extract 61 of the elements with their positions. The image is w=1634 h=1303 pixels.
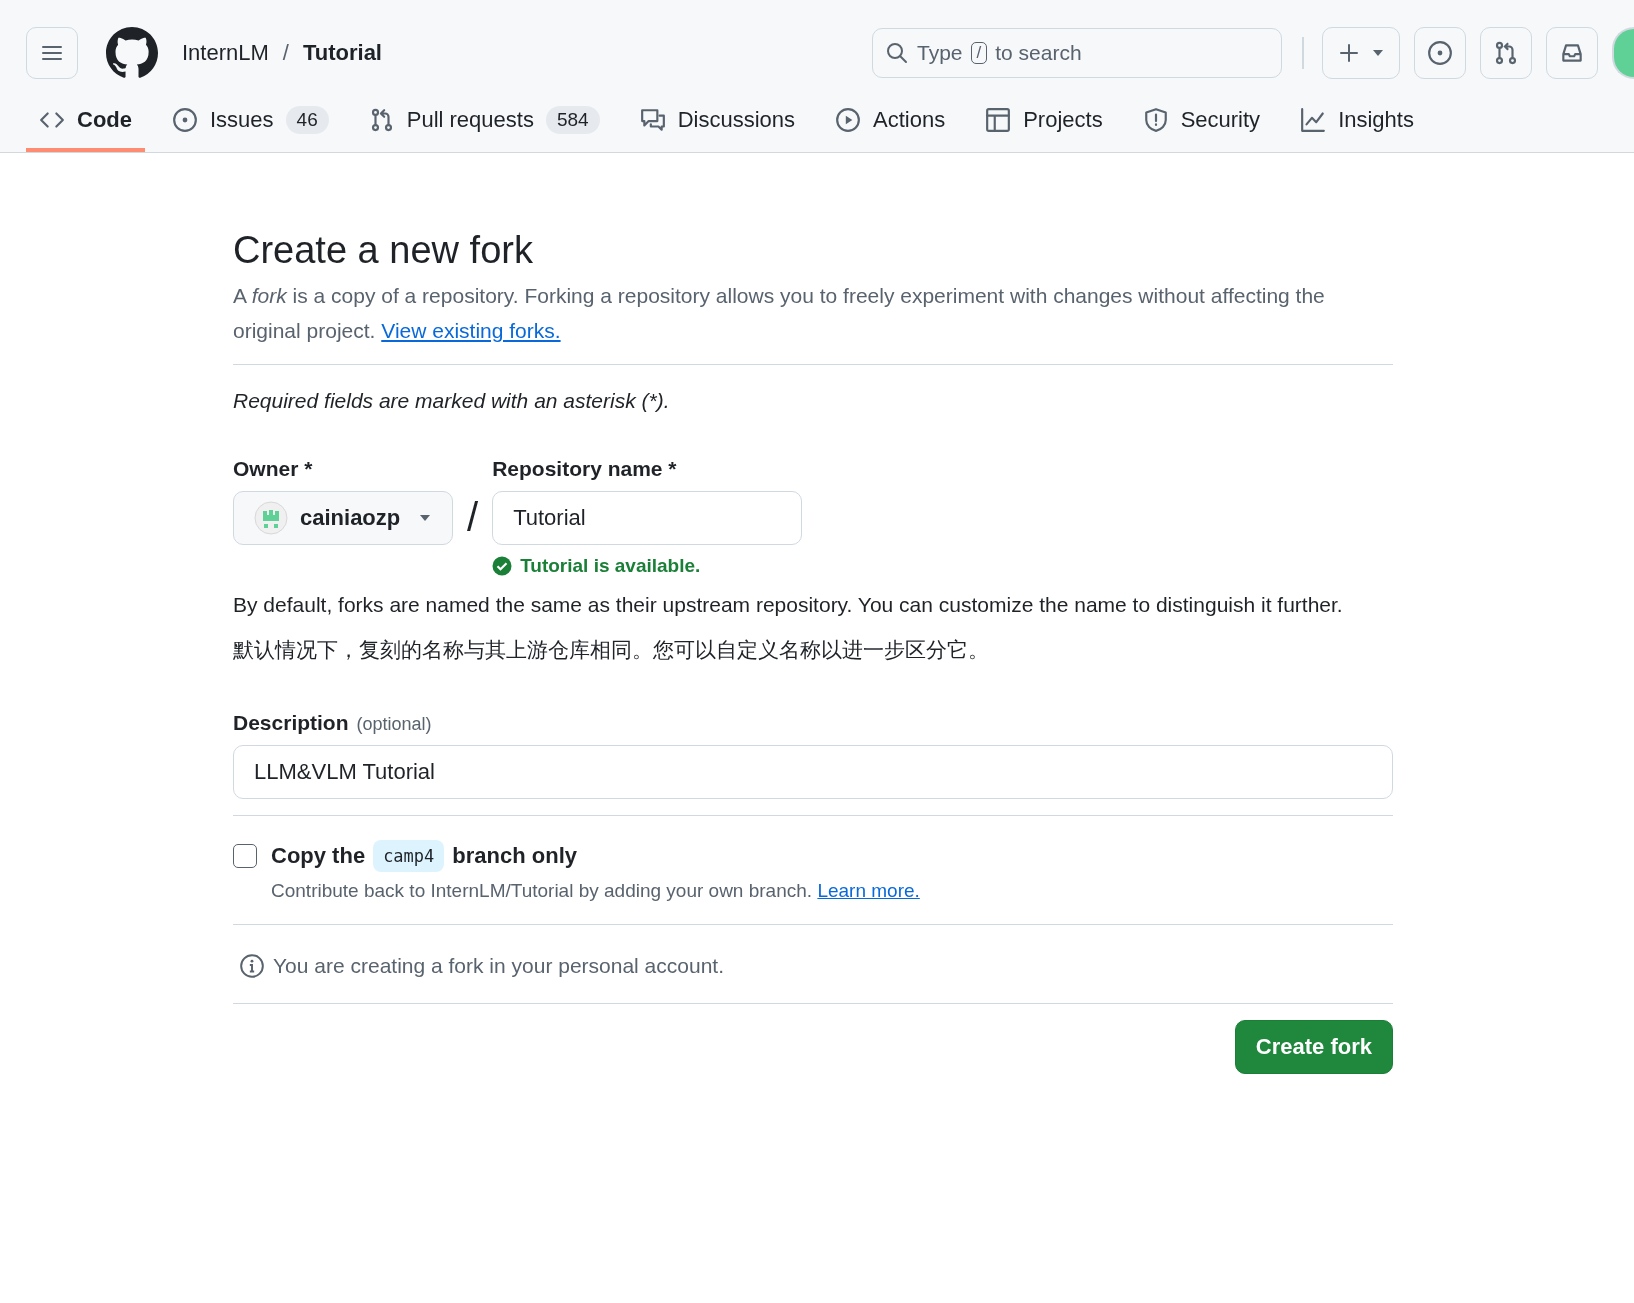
checkbox-label: branch only	[452, 843, 577, 869]
create-new-button[interactable]	[1322, 27, 1400, 79]
default-name-note: By default, forks are named the same as their upstream repository. You can customize the name to distinguish it further.	[233, 592, 1344, 618]
checkbox[interactable]	[233, 844, 257, 868]
required-note: Required fields are marked with an asterisk (*).	[233, 389, 671, 413]
owner-label: Owner *	[233, 457, 314, 481]
owner-dropdown[interactable]: cainiaozp	[233, 491, 453, 545]
help-text: Contribute back to InternLM/Tutorial by adding your own branch. Learn more.	[271, 880, 920, 902]
circle-dot-icon	[1427, 40, 1453, 66]
check-circle-icon	[492, 556, 513, 576]
table-icon	[985, 107, 1012, 133]
branch-name: camp4	[373, 840, 445, 872]
learn-more-link[interactable]: Learn more.	[817, 880, 920, 901]
nav-tab[interactable]: Issues 46	[159, 98, 342, 152]
account-note: You are creating a fork in your personal account.	[273, 954, 724, 978]
checkbox-label: Copy the	[271, 843, 366, 869]
pull-request-icon	[1493, 40, 1519, 66]
search-field[interactable]: Type / to search	[872, 28, 1282, 78]
caret-icon	[418, 513, 432, 523]
search-hint: to search	[995, 41, 1082, 65]
menu-button[interactable]	[26, 27, 78, 79]
search-icon	[885, 41, 909, 65]
view-forks-link[interactable]: View existing forks.	[381, 319, 561, 342]
info-icon	[239, 953, 265, 979]
owner-link[interactable]: InternLM	[182, 40, 269, 66]
path-separator: /	[467, 495, 479, 540]
pull-requests-button[interactable]	[1480, 27, 1532, 79]
description-label: Description	[233, 711, 349, 735]
nav-tab[interactable]: Projects	[972, 98, 1116, 152]
nav-tab[interactable]: Actions	[822, 98, 959, 152]
nav-tab[interactable]: Discussions	[626, 98, 808, 152]
inbox-button[interactable]	[1546, 27, 1598, 79]
graph-icon	[1300, 107, 1327, 133]
avatar-icon	[254, 501, 288, 535]
search-hint: Type	[917, 41, 963, 65]
nav-tab[interactable]: Security	[1129, 98, 1274, 152]
shortcut-key: /	[970, 42, 988, 64]
play-icon	[835, 107, 861, 133]
nav-tab[interactable]: Pull requests 584	[355, 98, 613, 152]
default-name-note: 默认情况下，复刻的名称与其上游仓库相同。您可以自定义名称以进一步区分它。	[233, 637, 990, 663]
nav-tab[interactable]: Code	[26, 98, 145, 152]
count-badge: 584	[545, 106, 600, 134]
intro-text: A fork is a copy of a repository. Forking a repository allows you to freely experiment with changes without affecting the original project. View existing forks.	[233, 283, 1326, 344]
repo-name-field[interactable]: Tutorial	[492, 491, 803, 545]
optional-hint: (optional)	[356, 714, 432, 735]
plus-icon	[1337, 41, 1361, 65]
issues-button[interactable]	[1414, 27, 1466, 79]
repo-link[interactable]: Tutorial	[302, 40, 382, 66]
repo-name-label: Repository name *	[492, 457, 678, 481]
shield-icon	[1142, 107, 1169, 133]
logo-icon[interactable]	[106, 27, 158, 79]
speech-bubbles-icon	[639, 107, 666, 133]
caret-icon	[1371, 48, 1385, 58]
description-field[interactable]: LLM&VLM Tutorial	[233, 745, 1393, 799]
nav-tab[interactable]: Insights	[1287, 98, 1427, 152]
create-fork-button[interactable]: Create fork	[1234, 1020, 1393, 1074]
circle-dot-icon	[172, 107, 198, 133]
page-title: Create a new fork	[233, 229, 534, 272]
availability-message: Tutorial is available.	[520, 555, 701, 577]
count-badge: 46	[285, 106, 329, 134]
breadcrumb-separator: /	[282, 40, 289, 66]
